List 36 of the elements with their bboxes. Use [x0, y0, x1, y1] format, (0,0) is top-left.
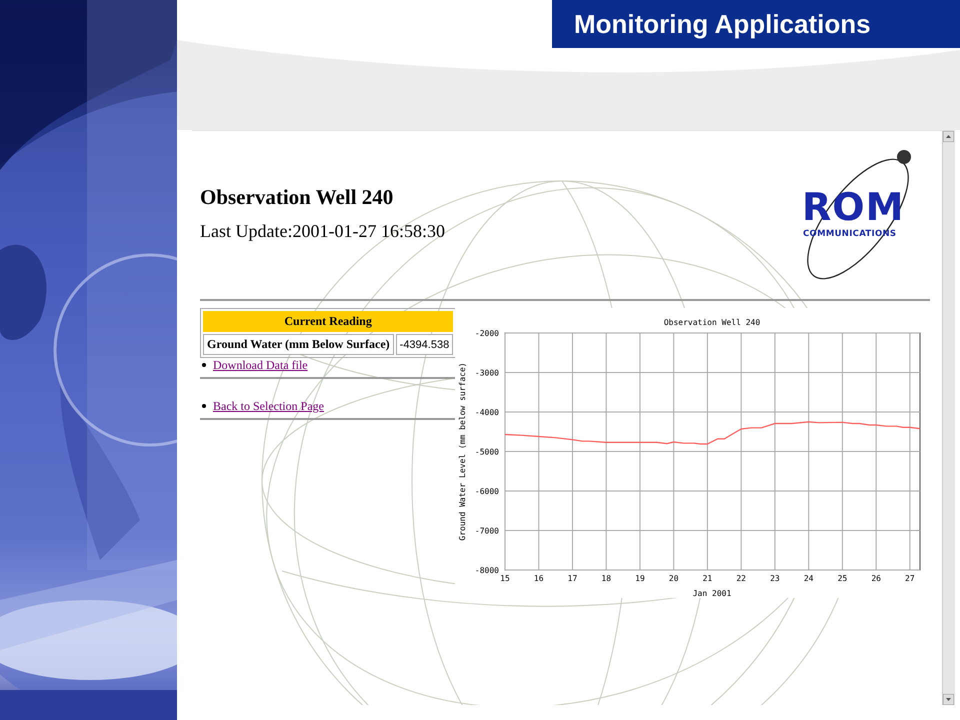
bullet-icon [202, 363, 206, 367]
x-tick-label: 27 [905, 574, 915, 583]
bullet-icon [202, 404, 206, 408]
y-tick-label: -6000 [474, 487, 499, 496]
y-tick-label: -2000 [474, 329, 499, 338]
slide-title: Monitoring Applications [552, 0, 960, 48]
x-tick-label: 16 [534, 574, 544, 583]
table-cell: Ground Water (mm Below Surface) [203, 334, 394, 355]
page-heading: Observation Well 240 [200, 184, 394, 210]
scroll-up-icon[interactable] [943, 131, 954, 142]
y-tick-label: -4000 [474, 408, 499, 417]
x-tick-label: 18 [601, 574, 612, 583]
x-tick-label: 25 [838, 574, 848, 583]
table-cell: -4394.538 [396, 334, 454, 355]
x-tick-label: 17 [568, 574, 578, 583]
scrollbar[interactable] [942, 131, 955, 705]
y-tick-label: -7000 [474, 526, 499, 536]
x-tick-label: 15 [500, 574, 510, 583]
x-tick-label: 24 [804, 574, 814, 583]
y-tick-label: -5000 [474, 448, 499, 456]
link[interactable]: Download Data file [213, 358, 308, 372]
link[interactable]: Back to Selection Page [213, 398, 324, 414]
x-axis-label: Jan 2001 [692, 589, 732, 598]
y-tick-label: -3000 [474, 368, 499, 378]
y-tick-label: -8000 [474, 566, 499, 575]
x-tick-label: 23 [770, 574, 780, 583]
x-tick-label: 21 [702, 574, 712, 583]
last-update: Last Update:2001-01-27 16:58:30 [200, 220, 445, 242]
scroll-down-icon[interactable] [943, 694, 954, 705]
y-axis-label: Ground Water Level (mm below surface) [458, 362, 467, 541]
x-tick-label: 26 [871, 574, 881, 583]
x-tick-label: 19 [635, 574, 645, 583]
x-tick-label: 22 [736, 574, 746, 583]
x-tick-label: 20 [668, 574, 679, 583]
chart-title: Observation Well 240 [664, 318, 760, 327]
table-header: Current Reading [203, 311, 454, 332]
